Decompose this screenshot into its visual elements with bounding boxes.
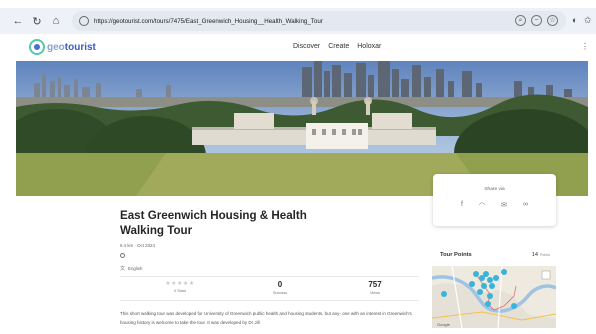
tour-meta: 6.4 km · Oct 2024 xyxy=(120,243,155,248)
site-logo[interactable]: geo tourist xyxy=(29,39,96,55)
share-card: Share via f ◠ ✉ ∞ xyxy=(433,174,556,226)
success-value: 0 xyxy=(277,280,283,289)
url-text[interactable]: https://geotourist.com/tours/7475/East_G… xyxy=(94,18,323,25)
share-title: Share via xyxy=(484,187,505,192)
tour-points-count: 14 Points xyxy=(532,252,550,258)
more-menu-icon[interactable]: ⋮ xyxy=(581,42,589,51)
success-label: Success xyxy=(272,291,288,295)
favorite-star-icon[interactable]: ☆ xyxy=(547,15,558,26)
language-label: English xyxy=(128,266,143,271)
facebook-icon[interactable]: f xyxy=(461,201,463,209)
favorites-icon[interactable]: ✩ xyxy=(584,15,592,26)
home-icon[interactable]: ⌂ xyxy=(49,14,63,28)
language-icon: 文 xyxy=(120,266,126,272)
address-bar-actions: ⌕ − ☆ xyxy=(515,15,558,26)
address-bar[interactable]: https://geotourist.com/tours/7475/East_G… xyxy=(72,11,566,31)
main-nav: Discover Create Holoxar xyxy=(293,43,381,50)
rating-label: 0 Stars xyxy=(173,289,187,293)
link-icon[interactable]: ∞ xyxy=(523,201,528,209)
svg-text:Google: Google xyxy=(437,322,451,327)
map-svg: Google xyxy=(432,266,556,328)
tour-title: East Greenwich Housing & Health Walking … xyxy=(120,209,307,237)
nav-holoxar[interactable]: Holoxar xyxy=(357,43,381,50)
tour-description: This short walking tour was developed fo… xyxy=(120,311,412,325)
extension-icon[interactable]: ◐ xyxy=(572,15,577,25)
language-row: 文 English xyxy=(120,265,142,272)
site-info-icon[interactable] xyxy=(79,16,89,26)
tour-map[interactable]: Google xyxy=(432,266,556,328)
views-value: 757 xyxy=(368,280,382,289)
globe-logo-icon xyxy=(29,39,45,55)
nav-create[interactable]: Create xyxy=(328,43,349,50)
rating-stars-icon: ★★★★★ xyxy=(165,281,195,287)
site-header: geo tourist Discover Create Holoxar ⋮ xyxy=(0,34,596,60)
tour-points-unit: Points xyxy=(540,253,550,257)
reload-icon[interactable]: ↻ xyxy=(30,14,44,28)
browser-toolbar: ← ↻ ⌂ https://geotourist.com/tours/7475/… xyxy=(0,8,596,34)
divider xyxy=(120,276,418,277)
share-icons: f ◠ ✉ ∞ xyxy=(433,201,556,209)
back-icon[interactable]: ← xyxy=(11,14,25,28)
zoom-icon[interactable]: − xyxy=(531,15,542,26)
tour-points-count-value: 14 xyxy=(531,252,538,258)
tour-points-header: Tour Points 14 Points xyxy=(440,252,550,258)
page: ← ↻ ⌂ https://geotourist.com/tours/7475/… xyxy=(0,0,596,334)
logo-text-tourist: tourist xyxy=(64,41,96,53)
email-icon[interactable]: ✉ xyxy=(501,201,507,209)
twitter-icon[interactable]: ◠ xyxy=(479,201,485,209)
views-stat: 757 Views xyxy=(345,280,405,295)
nav-discover[interactable]: Discover xyxy=(293,43,320,50)
success-stat: 0 Success xyxy=(250,280,310,295)
logo-text-geo: geo xyxy=(47,41,65,53)
divider xyxy=(120,300,418,301)
tour-points-title: Tour Points xyxy=(440,252,472,258)
views-label: Views xyxy=(369,291,381,295)
location-pin-icon xyxy=(120,253,125,258)
rating-stat: ★★★★★ 0 Stars xyxy=(150,280,210,293)
search-icon[interactable]: ⌕ xyxy=(515,15,526,26)
